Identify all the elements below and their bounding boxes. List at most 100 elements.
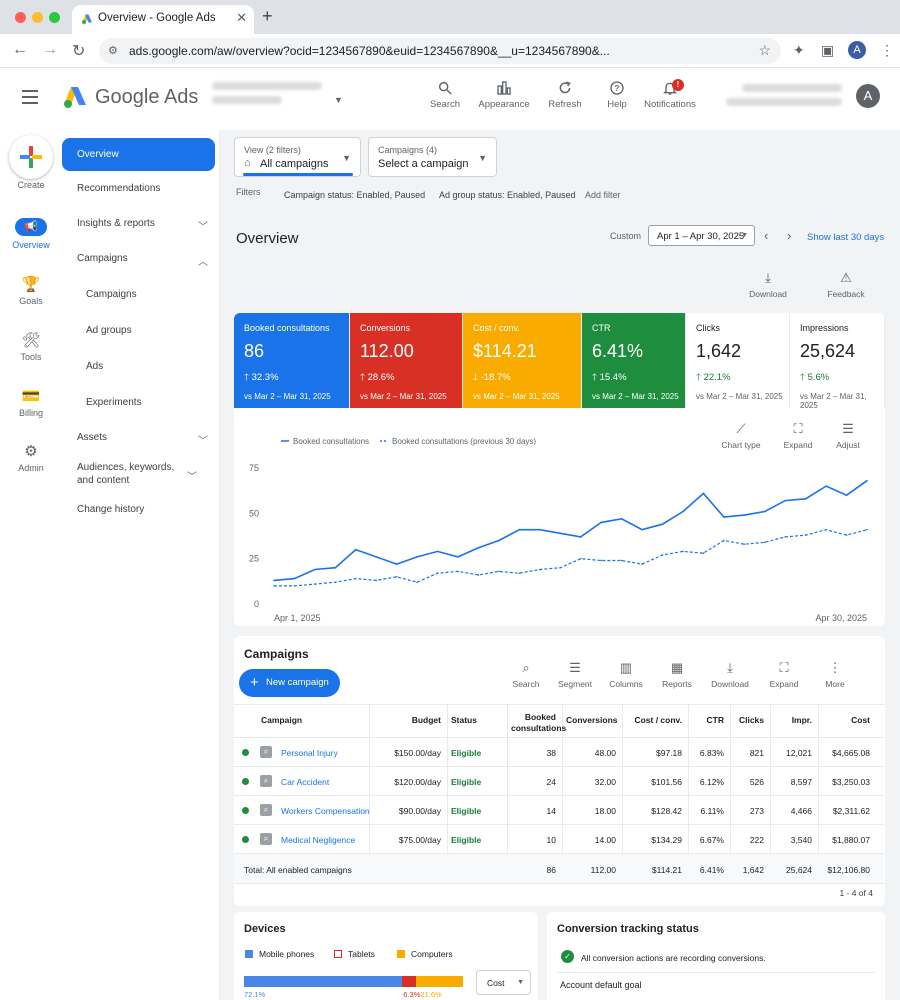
create-button[interactable]: [9, 135, 53, 179]
campaign-name-link[interactable]: Personal Injury: [281, 748, 369, 758]
campaigns-search-button[interactable]: ⌕ Search: [500, 660, 552, 689]
table-row[interactable]: ⌕ Medical Negligence $75.00/day Eligible 10 1…: [234, 824, 884, 853]
campaigns-expand-button[interactable]: ⛶ Expand: [758, 660, 810, 689]
show-last-30-days-link[interactable]: Show last 30 days: [807, 232, 884, 243]
nav-item-recommendations[interactable]: Recommendations: [62, 183, 220, 194]
date-range-picker[interactable]: Apr 1 – Apr 30, 2025 ▼: [648, 225, 755, 246]
extensions-icon[interactable]: ✦: [793, 42, 805, 59]
column-header[interactable]: Clicks: [734, 715, 764, 726]
campaigns-segment-button[interactable]: ☰ Segment: [549, 660, 601, 689]
campaign-name-link[interactable]: Car Accident: [281, 777, 369, 787]
column-header[interactable]: Conversions: [566, 715, 618, 726]
header-appearance-button[interactable]: Appearance: [472, 80, 536, 110]
site-info-icon[interactable]: ⚙: [108, 44, 118, 57]
data-point: [293, 577, 296, 580]
rail-item-admin[interactable]: ⚙ Admin: [0, 442, 62, 473]
campaigns-columns-button[interactable]: ▥ Columns: [600, 660, 652, 689]
download-button[interactable]: ⤓ Download: [742, 270, 794, 299]
nav-item-change-history[interactable]: Change history: [62, 504, 220, 515]
campaigns-download-button[interactable]: ⤓ Download: [704, 660, 756, 689]
devices-legend-item: Tablets: [334, 949, 375, 959]
user-avatar[interactable]: A: [856, 84, 880, 108]
metric-card-2[interactable]: Cost / conv. $114.21 🡓 -18.7% vs Mar 2 – Ma…: [463, 313, 582, 408]
metric-card-5[interactable]: Impressions 25,624 🡑 5.6% vs Mar 2 – Mar 31…: [790, 313, 885, 410]
campaign-filter-dropdown[interactable]: Campaigns (4) Select a campaign ▼: [368, 137, 497, 177]
y-tick-label: 0: [254, 599, 259, 609]
data-point: [845, 534, 848, 536]
browser-menu-icon[interactable]: ⋮: [880, 42, 894, 59]
add-filter-button[interactable]: Add filter: [585, 190, 621, 200]
new-campaign-button[interactable]: + New campaign: [239, 669, 340, 697]
table-row[interactable]: ⌕ Car Accident $120.00/day Eligible 24 32.00 $…: [234, 766, 884, 795]
metric-card-3[interactable]: CTR 6.41% 🡑 15.4% vs Mar 2 – Mar 31, 2025: [582, 313, 686, 408]
browser-tab[interactable]: Overview - Google Ads ✕: [72, 5, 254, 34]
data-point: [845, 494, 848, 496]
filter-chip-campaign-status[interactable]: Campaign status: Enabled, Paused: [284, 190, 425, 200]
maximize-window-dot[interactable]: [49, 12, 60, 23]
table-cell: 32.00: [594, 777, 616, 787]
tab-close-icon[interactable]: ✕: [236, 10, 247, 26]
campaign-name-link[interactable]: Medical Negligence: [281, 835, 369, 845]
metric-change: 🡑 15.4%: [592, 370, 685, 386]
account-dropdown-icon[interactable]: ▼: [334, 95, 343, 105]
devices-metric-dropdown[interactable]: Cost ▼: [476, 970, 531, 995]
table-row[interactable]: ⌕ Personal Injury $150.00/day Eligible 38 48.…: [234, 737, 884, 766]
x-tick-label: Apr 30, 2025: [815, 613, 867, 623]
reload-icon[interactable]: ↻: [72, 41, 85, 61]
column-header[interactable]: Cost / conv.: [626, 715, 682, 726]
column-header[interactable]: Booked consultations: [511, 712, 566, 734]
column-header[interactable]: Impr.: [774, 715, 812, 726]
admin-icon: ⚙: [24, 443, 38, 460]
rail-item-billing[interactable]: 💳 Billing: [0, 387, 62, 418]
rail-item-overview[interactable]: 📢 Overview: [0, 218, 62, 250]
header-notifications-button[interactable]: Notifications !: [638, 79, 702, 110]
column-header[interactable]: Status: [451, 715, 501, 726]
metric-card-1[interactable]: Conversions 112.00 🡑 28.6% vs Mar 2 – Mar 3…: [350, 313, 463, 408]
rail-item-tools[interactable]: 🛠 Tools: [0, 331, 62, 362]
header-search-button[interactable]: Search: [413, 80, 477, 110]
rail-item-goals[interactable]: 🏆 Goals: [0, 275, 62, 306]
previous-period-icon[interactable]: ‹: [764, 228, 768, 243]
data-point: [395, 576, 398, 578]
dropdown-caret-icon: ▼: [741, 232, 748, 239]
address-bar[interactable]: ⚙ ads.google.com/aw/overview?ocid=123456…: [99, 38, 781, 64]
nav-item-ads[interactable]: Ads: [62, 361, 220, 372]
nav-item-campaigns-group[interactable]: Campaigns ︿: [62, 253, 220, 268]
nav-item-campaigns[interactable]: Campaigns: [62, 289, 220, 300]
nav-item-assets[interactable]: Assets ﹀: [62, 432, 220, 447]
close-window-dot[interactable]: [15, 12, 26, 23]
campaigns-more-button[interactable]: ⋮ More: [809, 660, 861, 689]
browser-profile-avatar[interactable]: A: [848, 41, 866, 59]
metric-card-4[interactable]: Clicks 1,642 🡑 22.1% vs Mar 2 – Mar 31, 202…: [686, 313, 790, 408]
forward-icon[interactable]: →: [42, 41, 58, 59]
column-header[interactable]: CTR: [692, 715, 724, 726]
nav-item-audiences[interactable]: Audiences, keywords, and content: [62, 461, 192, 487]
main-menu-icon[interactable]: [22, 90, 38, 108]
feedback-button[interactable]: ⚠ Feedback: [820, 270, 872, 299]
next-period-icon[interactable]: ›: [787, 228, 791, 243]
nav-item-insights-reports[interactable]: Insights & reports ﹀: [62, 218, 220, 233]
devices-share-label: 21.6%: [420, 990, 442, 999]
column-header[interactable]: Budget: [373, 715, 441, 726]
plus-icon: +: [250, 674, 259, 691]
table-cell: 12,021: [786, 748, 812, 758]
bookmark-star-icon[interactable]: ☆: [758, 42, 771, 59]
table-row[interactable]: ⌕ Workers Compensation $90.00/day Eligible 1…: [234, 795, 884, 824]
back-icon[interactable]: ←: [12, 41, 28, 59]
side-panel-icon[interactable]: ▣: [821, 42, 834, 59]
campaign-name-link[interactable]: Workers Compensation: [281, 806, 370, 816]
new-tab-icon[interactable]: +: [262, 6, 273, 27]
nav-item-ad-groups[interactable]: Ad groups: [62, 325, 220, 336]
minimize-window-dot[interactable]: [32, 12, 43, 23]
view-filter-dropdown[interactable]: View (2 filters) All campaigns ⌂ ▼: [234, 137, 361, 177]
goals-icon: 🏆: [21, 276, 41, 293]
column-header[interactable]: Cost: [822, 715, 870, 726]
metric-card-0[interactable]: Booked consultations 86 🡑 32.3% vs Mar 2 – …: [234, 313, 350, 408]
account-selector[interactable]: [212, 82, 332, 110]
campaigns-reports-button[interactable]: ▦ Reports: [651, 660, 703, 689]
search-icon: ⌕: [522, 660, 530, 675]
filter-chip-adgroup-status[interactable]: Ad group status: Enabled, Paused: [439, 190, 576, 200]
column-header[interactable]: Campaign: [261, 715, 359, 726]
nav-item-overview[interactable]: Overview: [62, 138, 215, 171]
nav-item-experiments[interactable]: Experiments: [62, 397, 220, 408]
